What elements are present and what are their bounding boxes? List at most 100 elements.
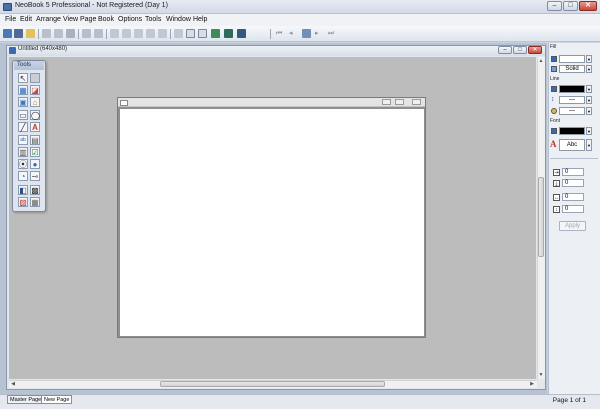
chevron-down-icon[interactable]: ▼ [586,85,592,93]
line-color-dropdown[interactable] [559,85,585,93]
checkbox-tool-icon[interactable]: ☑ [30,147,40,157]
slider-tool-icon[interactable]: ⊸ [30,171,40,181]
run-icon[interactable] [211,29,220,38]
page-system-icon [120,100,128,106]
compile-icon[interactable] [237,29,246,38]
send-back-icon[interactable] [158,29,167,38]
undo-icon[interactable] [82,29,91,38]
page-titlebar [118,98,425,107]
group-icon[interactable] [122,29,131,38]
line-style-dropdown[interactable]: — [559,107,585,115]
prev-page-icon[interactable]: ◂ [289,29,298,38]
radio-tool-icon[interactable]: ⦿ [18,159,28,169]
top-position-field[interactable]: 0 [562,179,584,187]
text-tool-icon[interactable]: A [30,122,40,132]
copy-icon[interactable] [54,29,63,38]
open-folder-icon[interactable] [26,29,35,38]
align-icon[interactable] [110,29,119,38]
next-page-icon[interactable]: ▸ [315,29,324,38]
table-tool-icon[interactable]: ▦ [30,197,40,207]
horizontal-scroll-thumb[interactable] [160,381,385,387]
page-canvas[interactable] [120,109,424,336]
list-tool-icon[interactable]: ▤ [30,135,40,145]
save-icon[interactable] [14,29,23,38]
tab-master-page[interactable]: Master Page [7,395,45,404]
chevron-down-icon[interactable]: ▼ [586,96,592,104]
scroll-left-icon[interactable]: ◀ [9,380,17,388]
tab-new-page[interactable]: New Page [41,395,73,404]
chevron-down-icon[interactable]: ▼ [586,127,592,135]
menu-view[interactable]: View [63,16,78,23]
ellipse-tool-icon[interactable]: ◯ [30,110,40,120]
menu-arrange[interactable]: Arrange [36,16,61,23]
scroll-up-icon[interactable]: ▲ [537,57,545,65]
document-close-button[interactable]: ✕ [528,46,542,54]
tools-title[interactable]: Tools [14,61,44,70]
image-tool-icon[interactable]: ▦ [18,85,28,95]
menu-window[interactable]: Window [166,16,191,23]
line-width-dropdown[interactable]: — [559,96,585,104]
multimedia-tool-icon[interactable]: ◪ [30,85,40,95]
width-field[interactable]: 0 [562,193,584,201]
picture-tool-icon[interactable]: ▣ [18,97,28,107]
chevron-down-icon[interactable]: ▼ [586,55,592,63]
left-position-field[interactable]: 0 [562,168,584,176]
gallery-tool-icon[interactable]: ▩ [30,185,40,195]
globe-tool-icon[interactable]: ● [30,159,40,169]
button-tool-icon[interactable]: ab [18,135,28,145]
page-indicator: Page 1 of 1 [552,397,586,404]
paste-icon[interactable] [66,29,75,38]
last-page-icon[interactable]: ⏭ [328,29,337,38]
page-list-icon[interactable] [302,29,311,38]
line-tool-icon[interactable]: ╱ [18,122,28,132]
grid-tool-icon[interactable]: ▥ [18,147,28,157]
fill-color-dropdown[interactable] [559,55,585,63]
vertical-scroll-thumb[interactable] [538,177,544,257]
flash-tool-icon[interactable]: ▨ [18,197,28,207]
preview-icon[interactable] [224,29,233,38]
first-page-icon[interactable]: ⏮ [276,29,285,38]
menu-book[interactable]: Book [98,16,114,23]
font-icon: A [550,139,557,149]
timer-tool-icon[interactable]: ◔ [18,171,28,181]
media-player-tool-icon[interactable]: ◧ [18,185,28,195]
home-tool-icon[interactable]: ⌂ [30,97,40,107]
top-position-icon: ⤓ [553,180,560,187]
menu-options[interactable]: Options [118,16,142,23]
menu-help[interactable]: Help [193,16,207,23]
properties-icon[interactable] [174,29,183,38]
new-book-icon[interactable] [3,29,12,38]
copy-page-icon[interactable] [198,29,207,38]
height-field[interactable]: 0 [562,205,584,213]
scroll-right-icon[interactable]: ▶ [528,380,536,388]
cut-icon[interactable] [42,29,51,38]
maximize-button[interactable]: □ [563,1,578,11]
selection-tool-icon[interactable] [30,73,40,83]
menu-page[interactable]: Page [80,16,96,23]
font-color-dropdown[interactable] [559,127,585,135]
chevron-down-icon[interactable]: ▼ [586,139,592,151]
pointer-tool-icon[interactable]: ↖ [18,73,28,83]
document-titlebar[interactable] [7,46,545,56]
redo-icon[interactable] [94,29,103,38]
line-color-icon[interactable] [551,86,557,92]
scroll-down-icon[interactable]: ▼ [537,371,545,379]
minimize-button[interactable]: – [547,1,562,11]
bring-front-icon[interactable] [146,29,155,38]
document-minimize-button[interactable]: – [498,46,512,54]
font-sample-button[interactable]: Abc [559,139,585,151]
fill-style-dropdown[interactable]: Solid [559,65,585,73]
font-color-icon[interactable] [551,128,557,134]
page-icon[interactable] [186,29,195,38]
menu-edit[interactable]: Edit [20,16,32,23]
fill-color-icon[interactable] [551,56,557,62]
chevron-down-icon[interactable]: ▼ [586,107,592,115]
apply-button[interactable]: Apply [559,221,586,231]
menu-tools[interactable]: Tools [145,16,161,23]
chevron-down-icon[interactable]: ▼ [586,65,592,73]
rectangle-tool-icon[interactable]: ▭ [18,110,28,120]
menu-file[interactable]: File [5,16,16,23]
ungroup-icon[interactable] [134,29,143,38]
document-maximize-button[interactable]: □ [513,46,527,54]
close-button[interactable]: ✕ [579,1,597,11]
